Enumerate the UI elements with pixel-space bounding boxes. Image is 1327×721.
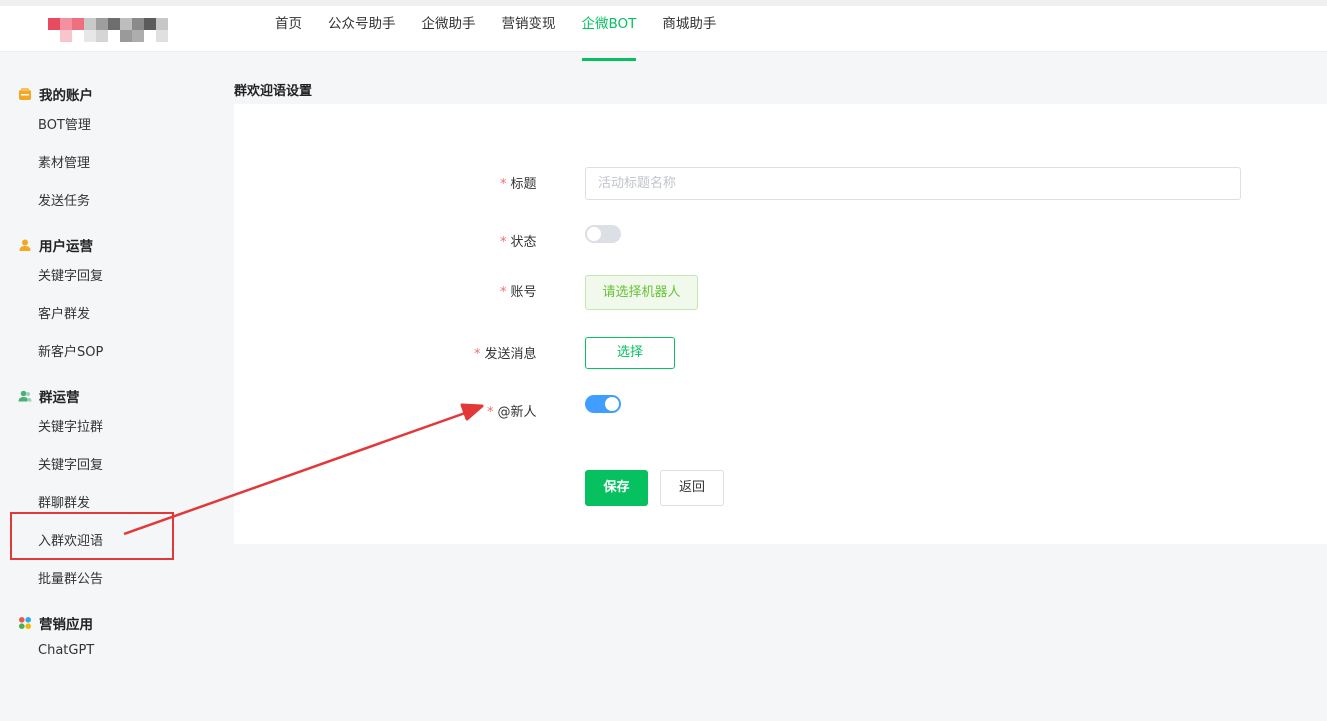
nav-item-2[interactable]: 企微助手 [409, 6, 489, 52]
account-label-text: 账号 [510, 285, 537, 300]
required-mark: * [500, 285, 507, 300]
toggle-knob [587, 227, 601, 241]
sidebar-group-my-account: 我的账户 [18, 84, 93, 104]
top-navigation-bar: 首页 公众号助手 企微助手 营销变现 企微BOT 商城助手 [0, 0, 1327, 61]
main-nav: 首页 公众号助手 企微助手 营销变现 企微BOT 商城助手 [262, 6, 729, 61]
sidebar-item-bot-management[interactable]: BOT管理 [38, 114, 91, 133]
sidebar-item-chatgpt[interactable]: ChatGPT [38, 643, 94, 658]
choose-message-button[interactable]: 选择 [585, 337, 675, 369]
apps-icon [18, 616, 32, 630]
select-robot-button[interactable]: 请选择机器人 [585, 275, 698, 310]
nav-item-5[interactable]: 商城助手 [649, 6, 729, 52]
sidebar-group-title: 我的账户 [39, 88, 93, 104]
sidebar-group-group-operations: 群运营 [18, 386, 80, 406]
user-icon [18, 238, 32, 252]
annotation-highlight-box [10, 512, 174, 560]
mention-new-label-text: @新人 [497, 405, 537, 420]
mention-new-toggle[interactable] [585, 395, 621, 413]
status-label-text: 状态 [510, 235, 537, 250]
group-icon [18, 389, 32, 403]
sidebar: 我的账户 BOT管理 素材管理 发送任务 用户运营 关键字回复 客户群发 新客户… [0, 52, 220, 721]
sidebar-group-title: 群运营 [39, 390, 80, 406]
sidebar-item-material-management[interactable]: 素材管理 [38, 152, 90, 171]
sidebar-group-title: 用户运营 [39, 239, 93, 255]
sidebar-item-keyword-join-group[interactable]: 关键字拉群 [38, 416, 103, 435]
sidebar-group-user-operations: 用户运营 [18, 235, 93, 255]
logo-blurred [48, 12, 180, 46]
status-label: * 状态 [500, 231, 537, 250]
toggle-knob [605, 397, 619, 411]
sidebar-item-keyword-reply[interactable]: 关键字回复 [38, 265, 103, 284]
sidebar-item-group-broadcast[interactable]: 群聊群发 [38, 492, 90, 511]
required-mark: * [500, 177, 507, 192]
nav-item-3[interactable]: 营销变现 [489, 6, 569, 52]
page-title: 群欢迎语设置 [234, 84, 313, 99]
save-button[interactable]: 保存 [585, 470, 648, 506]
nav-item-1[interactable]: 公众号助手 [315, 6, 409, 52]
wallet-icon [18, 87, 32, 101]
nav-item-0[interactable]: 首页 [262, 6, 315, 52]
sidebar-group-title: 营销应用 [39, 617, 93, 633]
sidebar-item-group-keyword-reply[interactable]: 关键字回复 [38, 454, 103, 473]
title-input[interactable] [585, 167, 1241, 200]
required-mark: * [474, 347, 481, 362]
send-message-label-text: 发送消息 [484, 347, 537, 362]
nav-item-4[interactable]: 企微BOT [569, 6, 650, 61]
send-message-label: * 发送消息 [474, 343, 537, 362]
sidebar-item-customer-broadcast[interactable]: 客户群发 [38, 303, 90, 322]
required-mark: * [500, 235, 507, 250]
back-button[interactable]: 返回 [660, 470, 724, 506]
account-label: * 账号 [500, 281, 537, 300]
mention-new-label: * @新人 [487, 401, 537, 420]
sidebar-item-new-customer-sop[interactable]: 新客户SOP [38, 341, 103, 360]
title-label-text: 标题 [510, 177, 537, 192]
sidebar-group-marketing-apps: 营销应用 [18, 613, 93, 633]
required-mark: * [487, 405, 494, 420]
sidebar-item-send-tasks[interactable]: 发送任务 [38, 190, 90, 209]
status-toggle[interactable] [585, 225, 621, 243]
title-label: * 标题 [500, 173, 537, 192]
sidebar-item-batch-announcement[interactable]: 批量群公告 [38, 568, 103, 587]
